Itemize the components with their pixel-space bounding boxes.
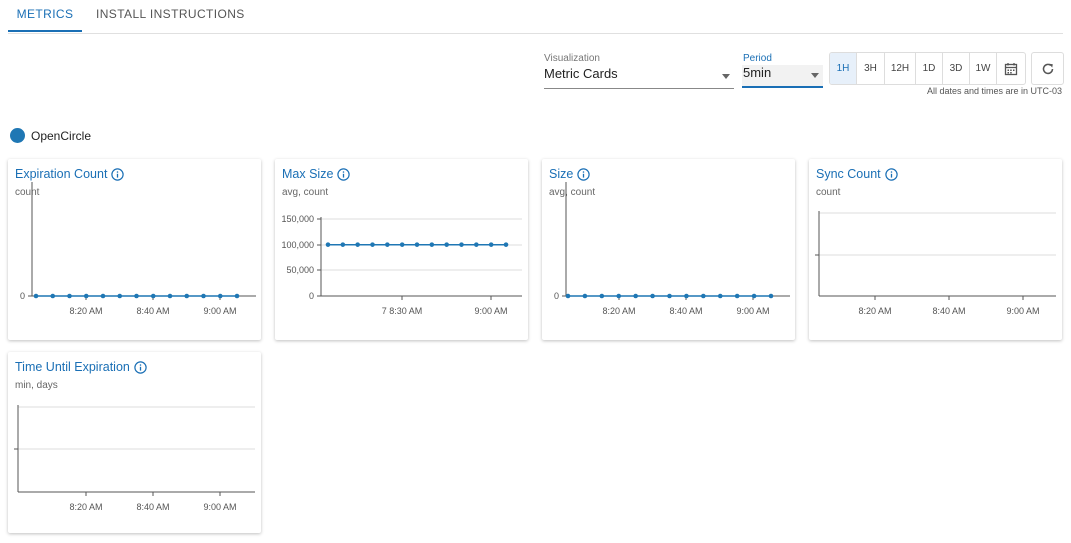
metric-card-time-until-expiration: Time Until Expiration min, days 8:20 AM 8… <box>8 352 261 533</box>
period-select[interactable]: 5min <box>742 65 823 88</box>
range-3d-button[interactable]: 3D <box>943 53 970 84</box>
data-point <box>234 293 240 299</box>
data-point <box>684 293 689 299</box>
y-tick-label: 100,000 <box>281 240 314 250</box>
x-tick-label: 8:40 AM <box>669 306 702 316</box>
legend-label: OpenCircle <box>31 128 92 143</box>
data-point <box>83 293 89 299</box>
x-tick-label: 9:00 AM <box>1006 306 1039 316</box>
range-3h-button[interactable]: 3H <box>857 53 885 84</box>
data-point <box>650 293 655 299</box>
data-point <box>100 293 106 299</box>
data-point <box>429 242 435 247</box>
tab-bar: METRICS INSTALL INSTRUCTIONS <box>8 0 1063 34</box>
x-tick-label: 7 8:30 AM <box>382 306 423 316</box>
data-point <box>503 242 509 247</box>
data-point <box>117 293 123 299</box>
data-point <box>717 293 723 299</box>
chart-max-size: 150,000 100,000 50,000 0 7 8:30 AM 9:00 AM <box>281 214 522 316</box>
metric-card-size: Size avg, count 0 8:20 AM 8:40 AM 9:00 AM <box>542 159 795 340</box>
x-tick-label: 8:20 AM <box>602 306 635 316</box>
y-tick-label: 0 <box>554 291 559 301</box>
data-point <box>150 293 156 299</box>
data-point <box>217 293 223 299</box>
visualization-label: Visualization <box>544 53 600 64</box>
x-tick-label: 8:20 AM <box>69 502 102 512</box>
calendar-button[interactable] <box>997 53 1025 84</box>
data-point <box>599 293 605 299</box>
chart-sync-count: 8:20 AM 8:40 AM 9:00 AM <box>815 211 1056 316</box>
data-point <box>67 293 72 299</box>
chart-time-until-expiration: 8:20 AM 8:40 AM 9:00 AM <box>14 405 255 512</box>
x-tick-label: 9:00 AM <box>736 306 769 316</box>
data-point <box>734 293 740 299</box>
range-1w-button[interactable]: 1W <box>970 53 997 84</box>
x-tick-label: 8:40 AM <box>932 306 965 316</box>
chevron-down-icon <box>811 73 819 78</box>
data-point <box>33 293 39 299</box>
data-point <box>184 293 190 299</box>
data-point <box>667 293 672 299</box>
x-tick-label: 8:20 AM <box>858 306 891 316</box>
data-point <box>355 242 360 247</box>
y-tick-label: 150,000 <box>281 214 314 224</box>
data-point <box>616 293 622 299</box>
data-point <box>474 242 479 247</box>
chart-size: 0 8:20 AM 8:40 AM 9:00 AM <box>554 182 790 316</box>
y-tick-label: 0 <box>20 291 25 301</box>
data-point <box>582 293 588 299</box>
data-point <box>134 293 139 299</box>
data-point <box>385 242 390 247</box>
legend-color-dot <box>10 128 25 143</box>
timezone-note: All dates and times are in UTC-03 <box>926 86 1062 96</box>
y-tick-label: 50,000 <box>286 265 314 275</box>
data-point <box>565 293 571 299</box>
data-point <box>370 242 375 247</box>
range-1d-button[interactable]: 1D <box>916 53 943 84</box>
data-point <box>167 293 173 299</box>
data-point <box>325 242 331 247</box>
y-tick-label: 0 <box>309 291 314 301</box>
data-point <box>50 293 56 299</box>
x-tick-label: 8:40 AM <box>136 306 169 316</box>
range-12h-button[interactable]: 12H <box>885 53 916 84</box>
period-label: Period <box>743 53 772 64</box>
data-point <box>340 242 346 247</box>
data-point <box>444 242 449 247</box>
refresh-icon <box>1042 63 1053 74</box>
tab-metrics[interactable]: METRICS <box>8 0 82 32</box>
data-point <box>459 242 464 247</box>
x-tick-label: 9:00 AM <box>203 306 236 316</box>
data-point <box>201 293 206 299</box>
x-tick-label: 8:20 AM <box>69 306 102 316</box>
x-tick-label: 9:00 AM <box>203 502 236 512</box>
metric-card-max-size: Max Size avg, count 150,000 100,000 50,000… <box>275 159 528 340</box>
x-tick-label: 9:00 AM <box>474 306 507 316</box>
tab-install-instructions[interactable]: INSTALL INSTRUCTIONS <box>96 0 245 32</box>
metric-card-sync-count: Sync Count count 8:20 AM 8:40 AM 9:00 AM <box>809 159 1062 340</box>
metric-card-expiration-count: Expiration Count count 0 8:20 AM 8:40 AM 9:… <box>8 159 261 340</box>
calendar-icon <box>1004 62 1018 75</box>
chart-expiration-count: 0 8:20 AM 8:40 AM 9:00 AM <box>20 182 256 316</box>
x-tick-label: 8:40 AM <box>136 502 169 512</box>
data-point <box>751 293 757 299</box>
visualization-select[interactable]: Metric Cards <box>544 66 734 89</box>
data-point <box>399 242 405 247</box>
chevron-down-icon <box>722 74 730 79</box>
data-point <box>768 293 774 299</box>
data-point <box>633 293 638 299</box>
data-point <box>414 242 420 247</box>
time-range-group: 1H 3H 12H 1D 3D 1W <box>829 52 1026 85</box>
refresh-button[interactable] <box>1031 52 1064 85</box>
data-point <box>488 242 494 247</box>
period-value: 5min <box>743 65 772 80</box>
visualization-value: Metric Cards <box>544 66 618 81</box>
data-point <box>701 293 706 299</box>
legend: OpenCircle <box>10 128 91 143</box>
range-1h-button[interactable]: 1H <box>830 53 857 84</box>
